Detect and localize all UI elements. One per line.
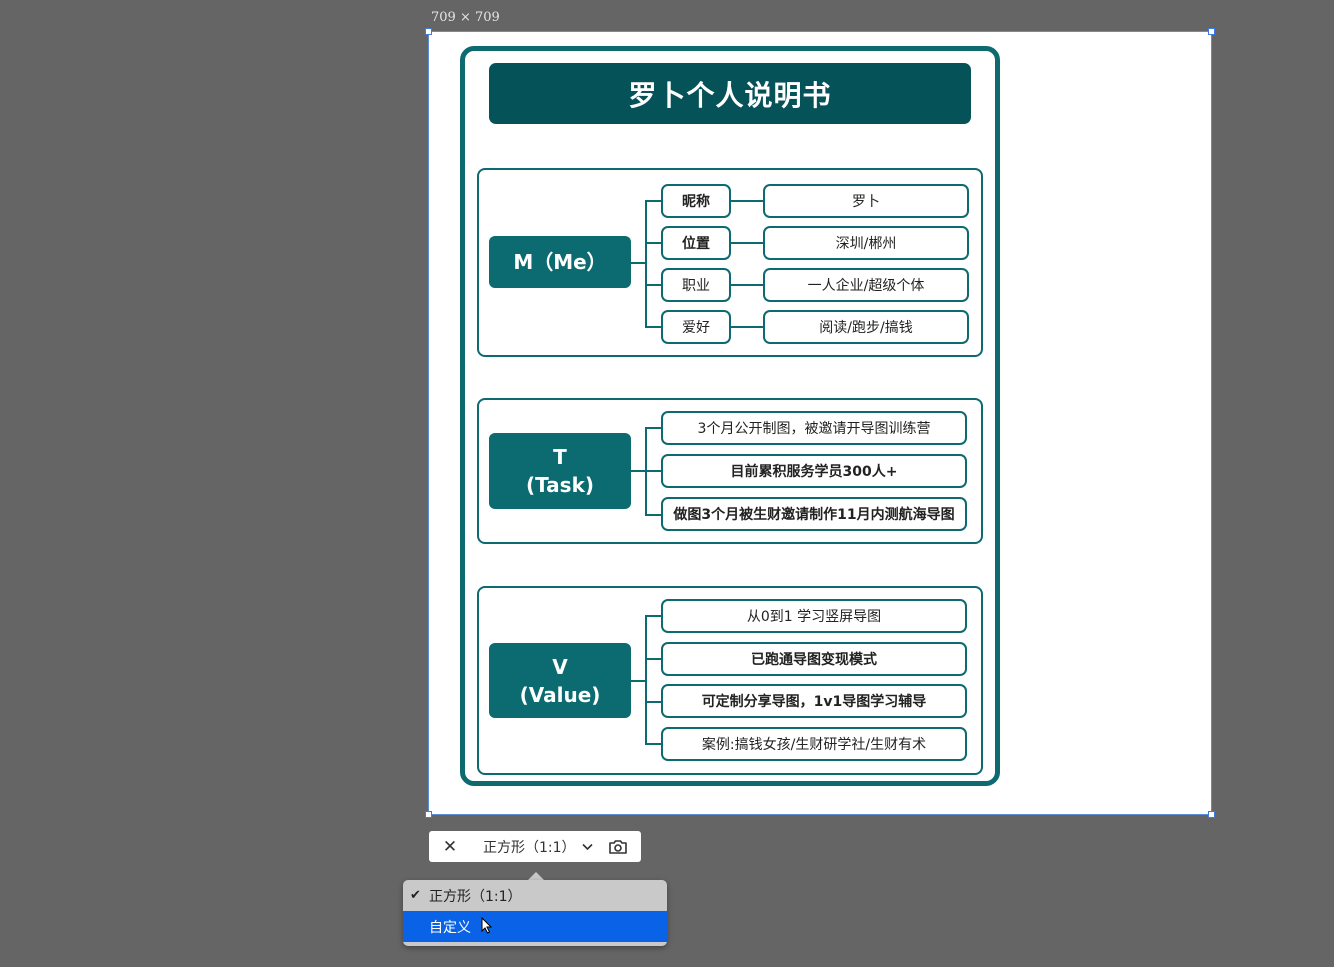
camera-icon [609,839,627,854]
capture-button[interactable] [595,839,641,855]
dropdown-option-square[interactable]: ✔ 正方形（1:1） [403,880,667,911]
task-item: 目前累积服务学员300人+ [661,454,967,488]
dropdown-option-label: 正方形（1:1） [429,888,522,905]
mouse-cursor-icon [481,917,492,934]
node-key-hobby: 爱好 [661,310,731,344]
node-key-nickname: 昵称 [661,184,731,218]
node-value-location: 深圳/郴州 [763,226,969,260]
value-item: 可定制分享导图，1v1导图学习辅导 [661,684,967,718]
canvas-dimensions-label: 709 × 709 [431,10,500,25]
node-value-nickname: 罗卜 [763,184,969,218]
section-task: T (Task) 3个月公开制图，被邀请开导图训练营 目前累积服务学员300人+… [477,398,983,544]
root-node-value: V (Value) [489,643,631,718]
root-node-task: T (Task) [489,433,631,509]
dropdown-option-label: 自定义 [429,919,471,936]
crop-handle-top-left[interactable] [425,28,432,35]
aspect-ratio-label: 正方形（1:1） [483,839,576,856]
node-key-occupation: 职业 [661,268,731,302]
task-item: 3个月公开制图，被邀请开导图训练营 [661,411,967,445]
value-item: 案例:搞钱女孩/生财研学社/生财有术 [661,727,967,761]
aspect-ratio-dropdown: ✔ 正方形（1:1） 自定义 [403,880,667,946]
mindmap-card: 罗卜个人说明书 M（Me） 昵称 罗卜 位置 深圳/郴州 职业 一人企业/超级个… [460,46,1000,786]
crop-handle-bottom-right[interactable] [1208,811,1215,818]
value-item: 已跑通导图变现模式 [661,642,967,676]
task-item: 做图3个月被生财邀请制作11月内测航海导图 [661,497,967,531]
aspect-ratio-select[interactable]: 正方形（1:1） [471,837,595,857]
section-value: V (Value) 从0到1 学习竖屏导图 已跑通导图变现模式 可定制分享导图，… [477,586,983,775]
node-key-location: 位置 [661,226,731,260]
close-icon: ✕ [442,836,458,857]
section-me: M（Me） 昵称 罗卜 位置 深圳/郴州 职业 一人企业/超级个体 爱好 阅读/… [477,168,983,357]
crop-handle-top-right[interactable] [1208,28,1215,35]
root-node-me: M（Me） [489,236,631,288]
crop-handle-bottom-left[interactable] [425,811,432,818]
dropdown-option-custom[interactable]: 自定义 [403,911,667,942]
value-item: 从0到1 学习竖屏导图 [661,599,967,633]
checkmark-icon: ✔ [410,888,421,903]
node-value-hobby: 阅读/跑步/搞钱 [763,310,969,344]
crop-toolbar: ✕ 正方形（1:1） [429,831,641,862]
close-button[interactable]: ✕ [429,837,471,857]
node-value-occupation: 一人企业/超级个体 [763,268,969,302]
crop-frame[interactable]: 罗卜个人说明书 M（Me） 昵称 罗卜 位置 深圳/郴州 职业 一人企业/超级个… [425,28,1215,818]
chevron-down-icon [581,843,593,850]
card-title: 罗卜个人说明书 [489,63,971,124]
